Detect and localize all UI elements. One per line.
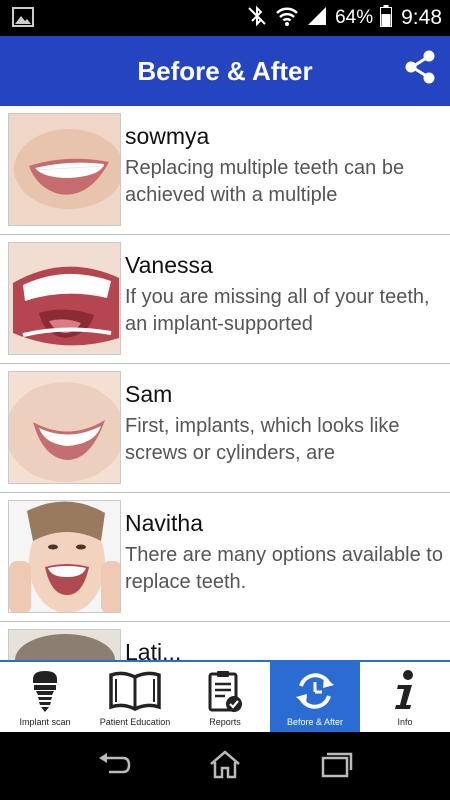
smile-thumbnail xyxy=(8,242,121,355)
system-navigation-bar xyxy=(0,732,450,800)
tab-reports[interactable]: Reports xyxy=(180,662,270,732)
gallery-notification-icon xyxy=(12,7,34,32)
tab-label: Reports xyxy=(209,717,241,727)
list-item[interactable]: Lati... xyxy=(0,622,450,660)
list-item[interactable]: Navitha There are many options available… xyxy=(0,493,450,622)
list-item[interactable]: Sam First, implants, which looks like sc… xyxy=(0,364,450,493)
tab-info[interactable]: Info xyxy=(360,662,450,732)
tab-label: Patient Education xyxy=(99,717,171,727)
implant-icon xyxy=(30,668,60,714)
smile-thumbnail xyxy=(8,371,121,484)
app-bar: Before & After xyxy=(0,36,450,106)
clock: 9:48 xyxy=(401,6,442,29)
tab-patient-education[interactable]: Patient Education xyxy=(90,662,180,732)
bluetooth-off-icon xyxy=(246,5,268,32)
back-icon xyxy=(97,752,131,781)
item-description: Replacing multiple teeth can be achieved… xyxy=(125,157,405,206)
item-description: First, implants, which looks like screws… xyxy=(125,415,400,464)
item-description: There are many options available to repl… xyxy=(125,544,443,593)
tab-before-after[interactable]: Before & After xyxy=(270,662,360,732)
smile-thumbnail xyxy=(8,500,121,613)
share-icon xyxy=(402,49,438,90)
list-item[interactable]: Vanessa If you are missing all of your t… xyxy=(0,235,450,364)
before-after-list[interactable]: sowmya Replacing multiple teeth can be a… xyxy=(0,106,450,660)
tab-label: Implant scan xyxy=(19,717,71,727)
recent-apps-button[interactable] xyxy=(318,750,354,782)
back-button[interactable] xyxy=(96,750,132,782)
clipboard-icon xyxy=(207,668,243,714)
book-icon xyxy=(107,668,163,714)
item-description: If you are missing all of your teeth, an… xyxy=(125,286,430,335)
tab-label: Before & After xyxy=(286,717,344,727)
item-title: sowmya xyxy=(125,123,210,149)
bottom-navigation: Implant scan Patient Education Reports B… xyxy=(0,660,450,732)
status-bar: 64% 9:48 xyxy=(0,0,450,36)
item-title: Lati... xyxy=(125,639,182,660)
share-button[interactable] xyxy=(400,49,440,89)
item-title: Sam xyxy=(125,381,173,407)
tab-implant-scan[interactable]: Implant scan xyxy=(0,662,90,732)
smile-thumbnail xyxy=(8,113,121,226)
recent-apps-icon xyxy=(319,750,353,783)
smile-thumbnail xyxy=(8,629,121,660)
battery-percent: 64% xyxy=(335,7,374,28)
item-title: Navitha xyxy=(125,510,203,536)
item-title: Vanessa xyxy=(125,252,213,278)
home-icon xyxy=(208,749,242,784)
tab-label: Info xyxy=(397,717,413,727)
wifi-icon xyxy=(275,5,299,32)
signal-icon xyxy=(306,5,328,32)
battery-icon xyxy=(380,4,393,32)
page-title: Before & After xyxy=(137,56,313,86)
list-item[interactable]: sowmya Replacing multiple teeth can be a… xyxy=(0,106,450,235)
info-icon xyxy=(392,668,418,714)
refresh-clock-icon xyxy=(292,668,338,714)
home-button[interactable] xyxy=(207,749,243,784)
